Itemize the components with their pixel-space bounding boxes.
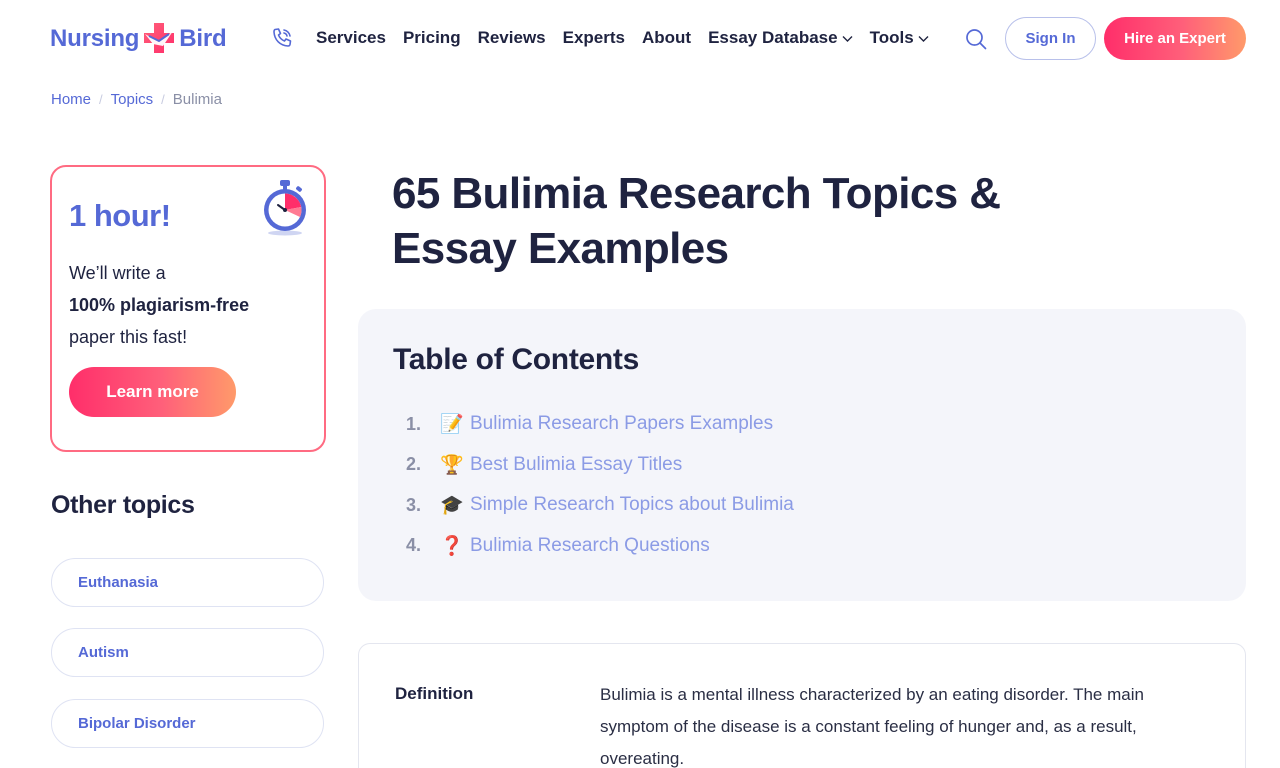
toc-item[interactable]: 4. ❓ Bulimia Research Questions [406,526,794,567]
topic-link-autism[interactable]: Autism [51,628,324,677]
promo-card: 1 hour! We’ll write a 100% plagiarism-fr… [50,165,326,452]
toc-item[interactable]: 2. 🏆 Best Bulimia Essay Titles [406,445,794,486]
promo-bold: 100% plagiarism-free [69,295,250,315]
promo-text: We’ll write a 100% plagiarism-free paper… [69,257,249,353]
nav-label: Essay Database [708,28,838,47]
definition-table: Definition Bulimia is a mental illness c… [358,643,1246,768]
promo-line-2: 100% plagiarism-free [69,289,249,321]
toc-item[interactable]: 3. 🎓 Simple Research Topics about Bulimi… [406,485,794,526]
nav-pricing[interactable]: Pricing [403,28,461,48]
main-nav: Services Pricing Reviews Experts About E… [316,28,929,48]
nav-essay-database[interactable]: Essay Database [708,28,853,48]
stopwatch-icon [264,180,306,236]
toc-link[interactable]: Bulimia Research Papers Examples [470,413,773,435]
breadcrumb-separator: / [99,92,103,107]
chevron-down-icon [918,35,929,42]
memo-icon: 📝 [440,414,464,436]
site-logo[interactable]: Nursing Bird [50,22,227,56]
nav-label: Services [316,28,386,47]
hire-expert-button[interactable]: Hire an Expert [1104,17,1246,60]
learn-more-button[interactable]: Learn more [69,367,236,417]
promo-line-3: paper this fast! [69,327,188,347]
breadcrumb-current: Bulimia [172,91,222,108]
page-title: 65 Bulimia Research Topics & Essay Examp… [392,169,1001,273]
other-topics-heading: Other topics [51,491,195,519]
toc-link[interactable]: Simple Research Topics about Bulimia [470,494,794,516]
breadcrumb-home[interactable]: Home [51,91,91,108]
nav-reviews[interactable]: Reviews [478,28,546,48]
breadcrumb-separator: / [161,92,165,107]
toc-link[interactable]: Bulimia Research Questions [470,535,710,557]
phone-icon[interactable] [270,26,294,50]
toc-title: Table of Contents [393,343,640,376]
toc-number: 3. [406,494,422,515]
nav-label: About [642,28,692,47]
nav-label: Tools [869,28,914,47]
promo-title: 1 hour! [69,198,171,233]
nav-label: Pricing [402,28,461,47]
toc-number: 4. [406,535,422,556]
question-mark-icon: ❓ [440,535,464,557]
logo-text-right: Bird [179,25,227,52]
definition-label: Definition [395,684,474,703]
toc-list: 1. 📝 Bulimia Research Papers Examples 2.… [406,404,794,566]
toc-number: 1. [406,413,422,434]
search-icon[interactable] [964,27,988,51]
nav-services[interactable]: Services [316,28,386,48]
toc-number: 2. [406,454,422,475]
toc-item[interactable]: 1. 📝 Bulimia Research Papers Examples [406,404,794,445]
nav-label: Reviews [477,28,546,47]
breadcrumb: Home / Topics / Bulimia [51,91,222,108]
nav-label: Experts [562,28,625,47]
chevron-down-icon [842,35,853,42]
site-header: Nursing Bird Services Pricing Reviews Ex… [0,0,1280,78]
breadcrumb-topics[interactable]: Topics [111,91,154,108]
graduation-cap-icon: 🎓 [440,495,464,517]
topic-link-euthanasia[interactable]: Euthanasia [51,558,324,607]
trophy-icon: 🏆 [440,454,464,476]
toc-link[interactable]: Best Bulimia Essay Titles [470,454,682,476]
bird-cross-icon [144,23,175,53]
logo-text-left: Nursing [50,25,140,52]
nav-experts[interactable]: Experts [563,28,625,48]
sign-in-button[interactable]: Sign In [1005,17,1096,60]
nav-about[interactable]: About [642,28,691,48]
definition-text: Bulimia is a mental illness characterize… [600,685,1144,768]
topic-link-bipolar-disorder[interactable]: Bipolar Disorder [51,699,324,748]
nav-tools[interactable]: Tools [870,28,929,48]
promo-line-1: We’ll write a [69,263,166,283]
table-of-contents: Table of Contents 1. 📝 Bulimia Research … [358,309,1246,601]
